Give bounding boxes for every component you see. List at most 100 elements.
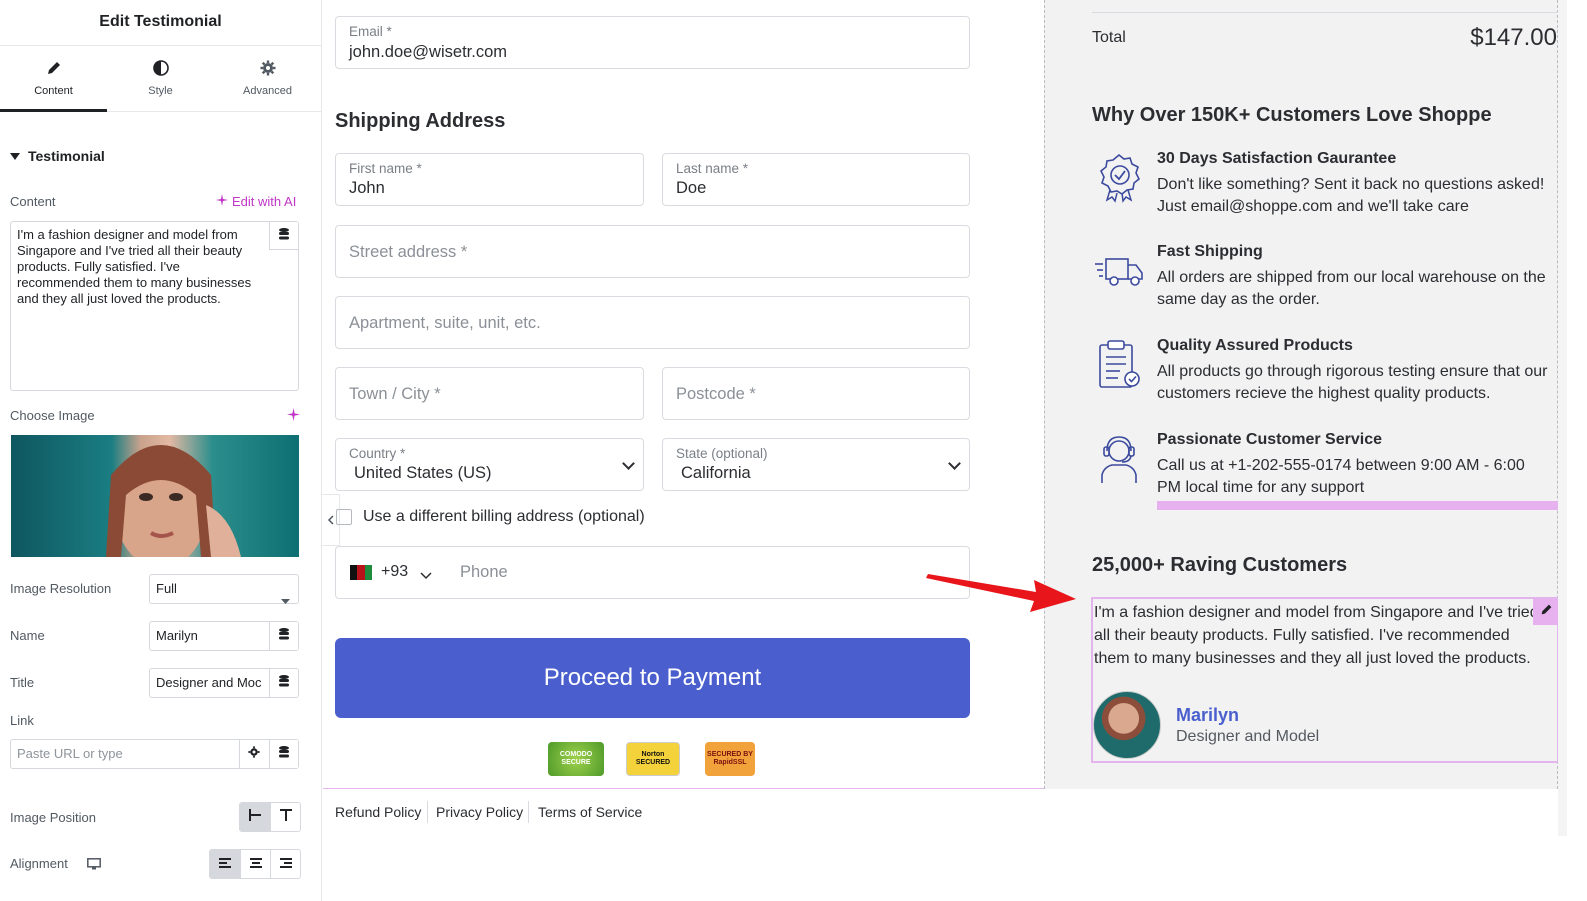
- panel-tabs: Content Style Advanced: [0, 46, 321, 112]
- link-placeholder: Paste URL or type: [17, 746, 123, 761]
- tab-style[interactable]: Style: [107, 46, 214, 111]
- align-top-bar-icon: [279, 808, 292, 826]
- ai-sparkle-icon[interactable]: [287, 408, 300, 426]
- phone-country-code[interactable]: +93: [381, 563, 408, 581]
- name-label: Name: [10, 628, 45, 643]
- title-input[interactable]: Designer and Moc: [149, 668, 299, 698]
- image-resolution-select[interactable]: Full: [149, 574, 299, 604]
- widget-highlight-bar: [1157, 501, 1559, 510]
- email-label: Email *: [349, 24, 392, 39]
- name-input[interactable]: Marilyn: [149, 621, 299, 651]
- position-aside-button[interactable]: [240, 803, 270, 831]
- pencil-icon: [1540, 603, 1553, 621]
- city-field[interactable]: Town / City *: [335, 367, 644, 420]
- first-name-field[interactable]: First name * John: [335, 153, 644, 206]
- avatar: [1093, 691, 1161, 759]
- privacy-policy-link[interactable]: Privacy Policy: [436, 804, 523, 820]
- proceed-to-payment-button[interactable]: Proceed to Payment: [335, 638, 970, 718]
- link-label: Link: [10, 713, 34, 728]
- postcode-field[interactable]: Postcode *: [662, 367, 970, 420]
- divider: [1092, 12, 1559, 13]
- last-name-field[interactable]: Last name * Doe: [662, 153, 970, 206]
- link-input[interactable]: Paste URL or type: [10, 739, 299, 769]
- tab-advanced[interactable]: Advanced: [214, 46, 321, 111]
- billing-checkbox-label: Use a different billing address (optiona…: [363, 508, 645, 525]
- content-label: Content: [10, 194, 56, 209]
- shipping-heading: Shipping Address: [335, 110, 506, 132]
- sparkle-icon: [216, 194, 228, 209]
- testimonial-widget[interactable]: I'm a fashion designer and model from Si…: [1091, 597, 1559, 763]
- feature-desc: All orders are shipped from our local wa…: [1157, 269, 1546, 308]
- street-address-field[interactable]: Street address *: [335, 225, 970, 278]
- half-circle-icon: [152, 60, 169, 79]
- tab-content[interactable]: Content: [0, 46, 107, 112]
- align-left-bar-icon: [249, 808, 261, 826]
- apartment-field[interactable]: Apartment, suite, unit, etc.: [335, 296, 970, 349]
- feature-title: Quality Assured Products: [1157, 337, 1353, 354]
- street-placeholder: Street address *: [349, 243, 468, 261]
- link-options-button[interactable]: [239, 740, 268, 768]
- last-name-label: Last name *: [676, 161, 749, 176]
- name-dynamic-tags-button[interactable]: [269, 622, 298, 650]
- comodo-secure-badge: COMODO SECURE: [548, 742, 604, 776]
- align-center-icon: [249, 855, 262, 873]
- database-icon: [279, 622, 289, 650]
- raving-heading: 25,000+ Raving Customers: [1092, 554, 1348, 576]
- scrollbar[interactable]: [1558, 0, 1567, 836]
- image-resolution-label: Image Resolution: [10, 581, 112, 596]
- caret-down-icon: [10, 148, 20, 164]
- phone-placeholder: Phone: [460, 563, 508, 581]
- section-toggle-testimonial[interactable]: Testimonial: [10, 148, 105, 164]
- tab-advanced-label: Advanced: [243, 85, 292, 97]
- image-chooser-preview[interactable]: [11, 435, 299, 557]
- order-summary: Total $147.00 Why Over 150K+ Customers L…: [1044, 0, 1559, 789]
- desktop-icon[interactable]: [87, 857, 101, 875]
- badge-icon: [1092, 150, 1146, 204]
- edit-widget-button[interactable]: [1533, 599, 1559, 625]
- align-left-button[interactable]: [210, 850, 240, 878]
- email-field[interactable]: Email * john.doe@wisetr.com: [335, 16, 970, 69]
- edit-with-ai-button[interactable]: Edit with AI: [216, 194, 296, 209]
- country-label: Country *: [349, 446, 406, 461]
- align-right-icon: [279, 855, 292, 873]
- postcode-placeholder: Postcode *: [676, 385, 756, 403]
- chevron-down-icon: [948, 457, 961, 470]
- chevron-down-icon[interactable]: [420, 567, 432, 585]
- state-value: California: [681, 464, 751, 482]
- clipboard-check-icon: [1092, 337, 1146, 391]
- comodo-badge-text: COMODO SECURE: [559, 751, 593, 766]
- proceed-label: Proceed to Payment: [543, 664, 762, 691]
- position-top-button[interactable]: [270, 803, 300, 831]
- gear-icon: [248, 740, 260, 768]
- apartment-placeholder: Apartment, suite, unit, etc.: [349, 314, 541, 332]
- content-textarea[interactable]: I'm a fashion designer and model from Si…: [10, 221, 299, 391]
- image-position-label: Image Position: [10, 810, 96, 825]
- total-label: Total: [1092, 29, 1126, 46]
- billing-checkbox[interactable]: [336, 509, 352, 525]
- database-icon: [279, 740, 289, 768]
- title-dynamic-tags-button[interactable]: [269, 669, 298, 697]
- refund-policy-link[interactable]: Refund Policy: [335, 804, 421, 820]
- first-name-label: First name *: [349, 161, 422, 176]
- name-value: Marilyn: [156, 628, 198, 643]
- align-right-button[interactable]: [270, 850, 300, 878]
- align-center-button[interactable]: [240, 850, 270, 878]
- terms-of-service-link[interactable]: Terms of Service: [538, 804, 642, 820]
- testimonial-text: I'm a fashion designer and model from Si…: [1094, 604, 1539, 667]
- rapidssl-badge: SECURED BY RapidSSL: [705, 742, 755, 776]
- link-dynamic-tags-button[interactable]: [269, 740, 298, 768]
- alignment-label: Alignment: [10, 856, 68, 871]
- feature-title: 30 Days Satisfaction Gaurantee: [1157, 150, 1397, 167]
- afghanistan-flag-icon[interactable]: [350, 565, 372, 580]
- state-label: State (optional): [676, 446, 768, 461]
- gear-icon: [260, 60, 276, 79]
- footer-divider: [427, 801, 428, 823]
- feature-desc: Call us at +1-202-555-0174 between 9:00 …: [1157, 457, 1525, 496]
- portrait-image: [106, 445, 241, 557]
- country-select[interactable]: Country * United States (US): [335, 438, 644, 491]
- checkout-form: Email * john.doe@wisetr.com Shipping Add…: [323, 0, 1044, 789]
- red-arrow-annotation: [926, 574, 1076, 612]
- state-select[interactable]: State (optional) California: [662, 438, 970, 491]
- dynamic-tags-button[interactable]: [269, 222, 298, 250]
- phone-field[interactable]: +93 Phone: [335, 546, 970, 599]
